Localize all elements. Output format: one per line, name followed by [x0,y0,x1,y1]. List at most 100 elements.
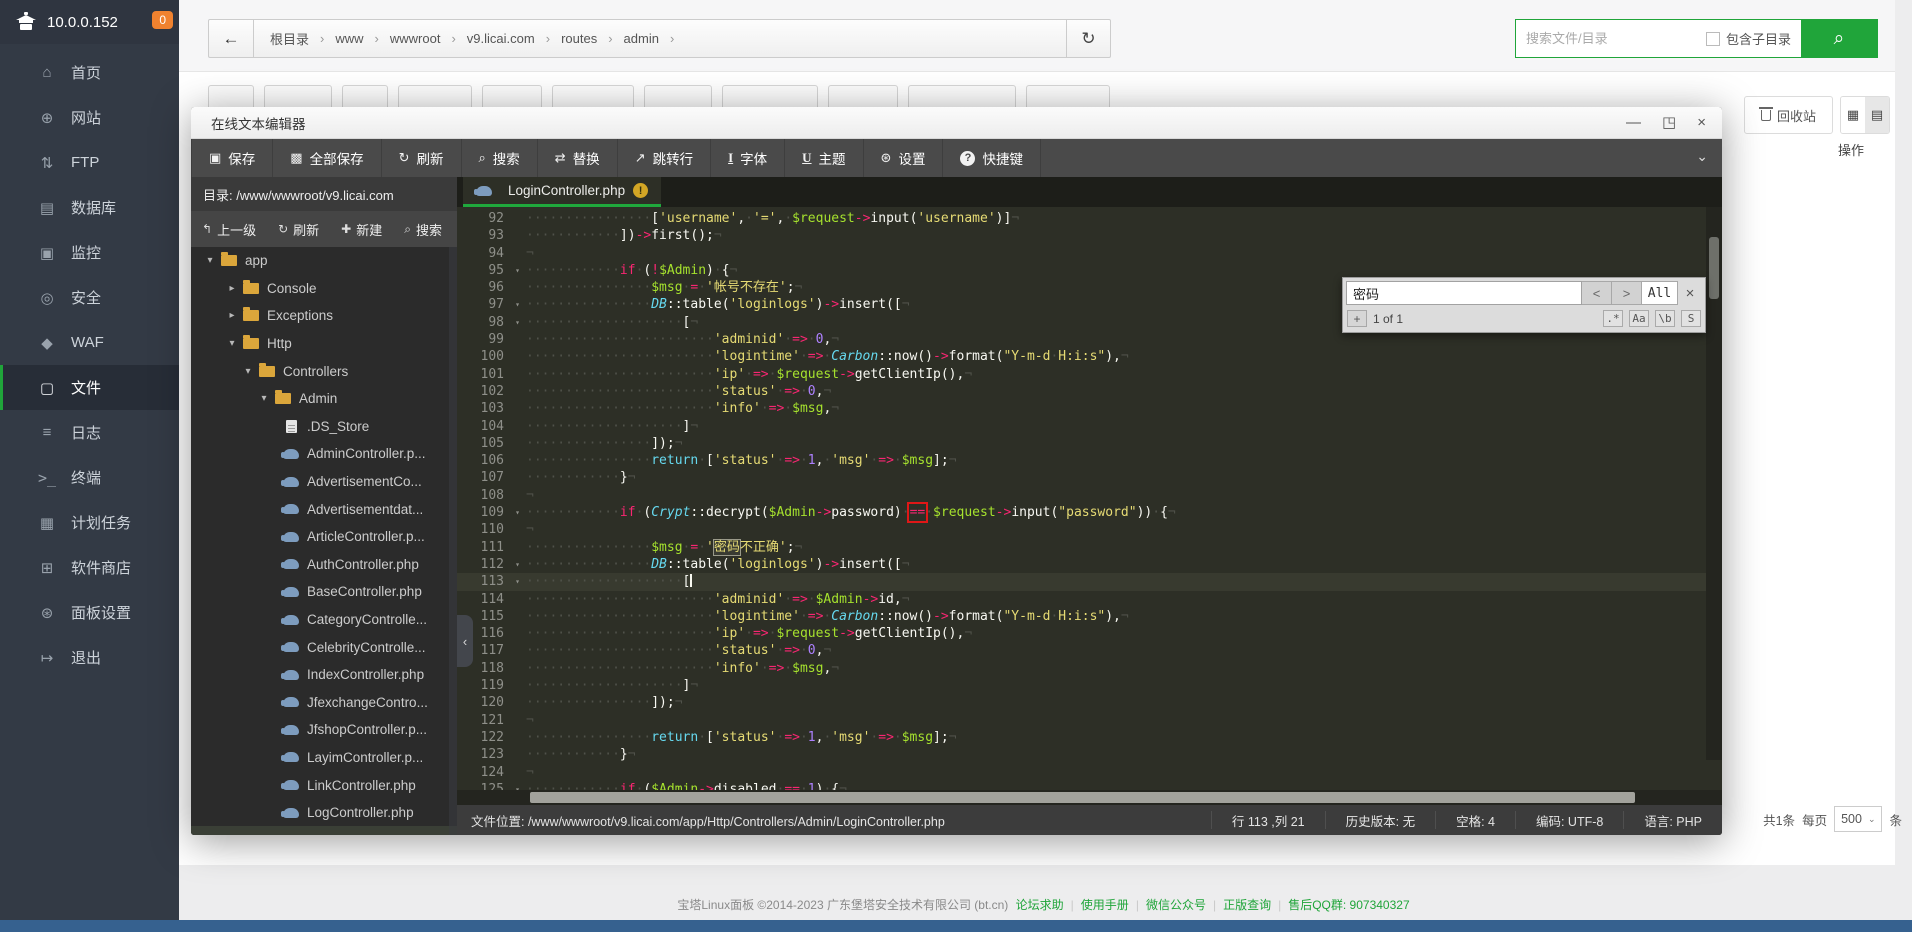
refresh-button[interactable]: ↻ [1066,20,1110,57]
toolbar-快捷键[interactable]: ?快捷键 [943,139,1041,177]
toolbar-设置[interactable]: ⊛设置 [864,139,944,177]
footer-link[interactable]: 售后QQ群: 907340327 [1288,898,1409,912]
sidebar-item-计划任务[interactable]: ▦计划任务 [0,500,179,545]
sidebar-item-终端[interactable]: >_终端 [0,455,179,500]
tree-file[interactable]: AdvertisementCo... [191,468,457,496]
tree-file[interactable]: LoginController.p... [191,826,457,835]
find-selection-button[interactable]: S [1681,310,1701,327]
tree-collapse-handle[interactable]: ‹ [457,615,473,667]
horizontal-scrollbar-thumb[interactable] [530,792,1635,803]
toolbar-替换[interactable]: ⇄替换 [538,139,618,177]
toolbar-刷新[interactable]: ↻刷新 [382,139,462,177]
footer-link[interactable]: 正版查询 [1223,898,1271,912]
per-page-select[interactable]: 500 ⌄ [1834,806,1882,832]
breadcrumb-item[interactable]: admin [622,29,661,48]
include-subdir-checkbox[interactable] [1706,32,1720,46]
tree-tool-搜索[interactable]: ⌕搜索 [393,220,453,239]
fold-arrow-icon[interactable]: ▾ [509,296,526,313]
tree-file[interactable]: JfexchangeContro... [191,689,457,717]
tree-file[interactable]: AuthController.php [191,551,457,579]
list-view-button[interactable]: ▤ [1865,97,1889,133]
toolbar-保存[interactable]: ▣保存 [191,139,273,177]
sidebar-item-日志[interactable]: ≡日志 [0,410,179,455]
breadcrumb-item[interactable]: routes [559,29,599,48]
tree-file[interactable]: LogController.php [191,799,457,827]
vertical-scrollbar-thumb[interactable] [1709,237,1719,299]
sidebar-item-面板设置[interactable]: ⊛面板设置 [0,590,179,635]
toolbar-chevron-down-icon[interactable]: ⌄ [1696,148,1708,165]
tree-file[interactable]: CelebrityControlle... [191,633,457,661]
find-prev-button[interactable]: < [1582,281,1612,305]
chevron-down-icon[interactable]: ▾ [257,393,271,404]
sidebar-item-监控[interactable]: ▣监控 [0,230,179,275]
tree-file[interactable]: AdminController.p... [191,440,457,468]
tree-file[interactable]: BaseController.php [191,578,457,606]
tree-folder-Console[interactable]: ▸Console [191,275,457,303]
footer-link[interactable]: 使用手册 [1081,898,1129,912]
sidebar-item-退出[interactable]: ↦退出 [0,635,179,680]
find-word-button[interactable]: \b [1655,310,1675,327]
maximize-icon[interactable]: ◳ [1662,115,1676,130]
close-icon[interactable]: × [1697,115,1706,130]
tree-folder-Http[interactable]: ▾Http [191,330,457,358]
breadcrumb-item[interactable]: v9.licai.com [465,29,537,48]
tree-folder-Exceptions[interactable]: ▸Exceptions [191,302,457,330]
tree-scrollbar[interactable] [449,247,457,835]
tree-tool-刷新[interactable]: ↻刷新 [267,220,330,239]
find-close-icon[interactable]: × [1678,281,1702,305]
toolbar-搜索[interactable]: ⌕搜索 [462,139,538,177]
file-search-input[interactable] [1516,20,1706,57]
fold-arrow-icon[interactable]: ▾ [509,504,526,521]
sidebar-item-数据库[interactable]: ▤数据库 [0,185,179,230]
toolbar-全部保存[interactable]: ▩全部保存 [273,139,381,177]
fold-arrow-icon[interactable]: ▾ [509,781,526,790]
chevron-right-icon[interactable]: ▸ [225,283,239,294]
tree-file[interactable]: LinkController.php [191,771,457,799]
tree-tool-上一级[interactable]: ↰上一级 [191,220,267,239]
tree-folder-app[interactable]: ▾app [191,247,457,275]
fold-arrow-icon[interactable]: ▾ [509,314,526,331]
fold-arrow-icon[interactable]: ▾ [509,556,526,573]
footer-link[interactable]: 论坛求助 [1016,898,1064,912]
horizontal-scrollbar[interactable] [457,790,1722,805]
tree-folder-Controllers[interactable]: ▾Controllers [191,357,457,385]
fold-arrow-icon[interactable]: ▾ [509,573,526,590]
find-regex-button[interactable]: .* [1603,310,1623,327]
find-toggle-replace-button[interactable]: + [1347,310,1367,327]
breadcrumb-item[interactable]: www [333,29,365,48]
vertical-scrollbar[interactable] [1706,207,1722,760]
tree-file[interactable]: LayimController.p... [191,744,457,772]
breadcrumb-item[interactable]: wwwroot [388,29,443,48]
tree-folder-Admin[interactable]: ▾Admin [191,385,457,413]
message-badge[interactable]: 0 [152,11,173,29]
sidebar-item-首页[interactable]: ⌂首页 [0,50,179,95]
footer-link[interactable]: 微信公众号 [1146,898,1206,912]
chevron-right-icon[interactable]: ▸ [225,310,239,321]
grid-view-button[interactable]: ▦ [1841,97,1865,133]
chevron-down-icon[interactable]: ▾ [241,366,255,377]
toolbar-跳转行[interactable]: ↗跳转行 [618,139,711,177]
toolbar-字体[interactable]: I字体 [711,139,785,177]
chevron-down-icon[interactable]: ▾ [203,255,217,266]
toolbar-主题[interactable]: U主题 [785,139,863,177]
back-button[interactable]: ← [209,20,254,57]
sidebar-item-FTP[interactable]: ⇅FTP [0,140,179,185]
sidebar-item-文件[interactable]: ▢文件 [0,365,179,410]
find-all-button[interactable]: All [1642,281,1678,305]
fold-arrow-icon[interactable]: ▾ [509,262,526,279]
sidebar-item-软件商店[interactable]: ⊞软件商店 [0,545,179,590]
file-search-button[interactable]: ⌕ [1801,20,1877,57]
find-case-button[interactable]: Aa [1629,310,1649,327]
find-input[interactable] [1346,281,1582,305]
sidebar-item-网站[interactable]: ⊕网站 [0,95,179,140]
tree-file[interactable]: CategoryControlle... [191,606,457,634]
tree-file[interactable]: .DS_Store [191,413,457,441]
tree-file[interactable]: IndexController.php [191,661,457,689]
tree-tool-新建[interactable]: ✚新建 [330,220,393,239]
sidebar-item-安全[interactable]: ◎安全 [0,275,179,320]
include-subdir-option[interactable]: 包含子目录 [1706,20,1801,57]
editor-titlebar[interactable]: 在线文本编辑器 —◳× [191,107,1722,139]
chevron-down-icon[interactable]: ▾ [225,338,239,349]
find-next-button[interactable]: > [1612,281,1642,305]
tree-file[interactable]: JfshopController.p... [191,716,457,744]
